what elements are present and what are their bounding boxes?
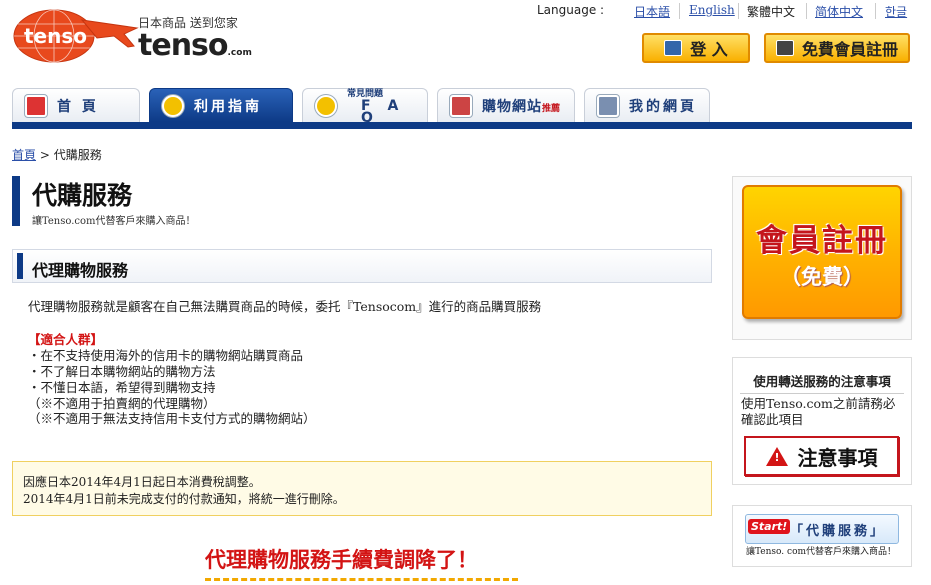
logo-wordmark-text: tenso	[138, 28, 229, 63]
language-label: Language :	[537, 3, 605, 17]
mypage-icon	[597, 94, 619, 117]
faq-icon	[315, 94, 337, 117]
breadcrumb-separator: >	[39, 148, 50, 162]
breadcrumb: 首頁 > 代購服務	[12, 146, 102, 163]
tab-faq[interactable]: 常見問題 F A Q	[302, 88, 428, 126]
logo-wordmark[interactable]: tenso.com	[138, 28, 252, 63]
caution-heading: 使用轉送服務的注意事項	[753, 374, 891, 389]
lang-korean[interactable]: 한글	[885, 3, 907, 20]
svg-text:tenso: tenso	[24, 24, 87, 48]
tab-shop-labels: 購物網站推薦	[482, 96, 560, 116]
tab-guide-label: 利用指南	[194, 98, 262, 115]
login-icon	[664, 40, 683, 56]
notice-line: 2014年4月1日前未完成支付的付款通知，將統一進行刪除。	[23, 492, 345, 506]
register-label: 免費會員註冊	[801, 40, 898, 59]
tab-mypage-label: 我的網頁	[629, 98, 697, 115]
logo-wordmark-suffix: .com	[227, 48, 252, 58]
tab-faq-labels: 常見問題 F A Q	[347, 88, 427, 126]
caution-button[interactable]: ! 注意事項	[744, 436, 899, 476]
section-title: 代理購物服務	[32, 261, 129, 280]
tab-my-page[interactable]: 我的網頁	[584, 88, 710, 122]
notice-line: 因應日本2014年4月1日起日本消費稅調整。	[23, 475, 261, 489]
warning-icon: !	[765, 446, 788, 466]
title-accent-bar	[12, 176, 20, 226]
page-subtitle: 讓Tenso.com代替客戶來購入商品！	[32, 216, 196, 227]
tenso-logo[interactable]: tenso	[12, 6, 140, 64]
lang-japanese[interactable]: 日本語	[634, 3, 670, 20]
shop-icon	[450, 94, 472, 117]
caution-button-label: 注意事項	[797, 445, 878, 470]
breadcrumb-home-link[interactable]: 首頁	[12, 148, 36, 162]
breadcrumb-current: 代購服務	[53, 148, 102, 162]
lang-divider	[806, 3, 807, 19]
tab-home[interactable]: 首 頁	[12, 88, 140, 122]
guide-icon	[162, 94, 184, 117]
register-icon	[775, 40, 794, 56]
tab-guide[interactable]: 利用指南	[149, 88, 293, 122]
intro-text: 代理購物服務就是顧客在自己無法購買商品的時候，委托『Tensocom』進行的商品…	[28, 299, 542, 314]
lang-divider	[875, 3, 876, 19]
start-banner-subtext: 讓Tenso. com代替客戶來購入商品！	[746, 547, 897, 557]
start-banner-text: 「代購服務」	[790, 524, 887, 539]
lang-english[interactable]: English	[689, 3, 735, 17]
caution-text: 使用Tenso.com之前請務必確認此項目	[741, 396, 896, 427]
free-register-button[interactable]: 免費會員註冊	[764, 33, 910, 63]
login-label: 登 入	[690, 40, 728, 59]
tab-faq-label: F A Q	[361, 97, 405, 126]
nav-underline	[12, 122, 912, 129]
login-button[interactable]: 登 入	[642, 33, 750, 63]
promo-heading: 代理購物服務手續費調降了！	[205, 547, 478, 572]
tab-home-label: 首 頁	[57, 98, 99, 115]
caution-divider	[740, 393, 904, 394]
lang-divider	[679, 3, 680, 19]
lang-simplified-chinese[interactable]: 简体中文	[815, 3, 863, 20]
promo-underline	[205, 578, 518, 581]
lang-traditional-chinese[interactable]: 繁體中文	[747, 3, 795, 20]
list-item: （※不適用于無法支持信用卡支付方式的購物網站）	[28, 411, 316, 426]
page-title: 代購服務	[32, 181, 133, 210]
lang-divider	[738, 3, 739, 19]
register-banner-free: （免費）	[780, 265, 864, 289]
tab-shop-label: 購物網站	[482, 98, 542, 115]
tab-shop-suffix: 推薦	[542, 103, 561, 114]
section-accent-bar	[17, 253, 23, 279]
tab-shopping-sites[interactable]: 購物網站推薦	[437, 88, 575, 122]
register-banner-title: 會員註冊	[756, 223, 888, 259]
member-register-banner[interactable]: 會員註冊 （免費）	[742, 185, 902, 319]
start-badge: Start!	[748, 519, 791, 534]
tax-notice-box: 因應日本2014年4月1日起日本消費稅調整。 2014年4月1日前未完成支付的付…	[12, 461, 712, 516]
home-icon	[25, 94, 47, 117]
